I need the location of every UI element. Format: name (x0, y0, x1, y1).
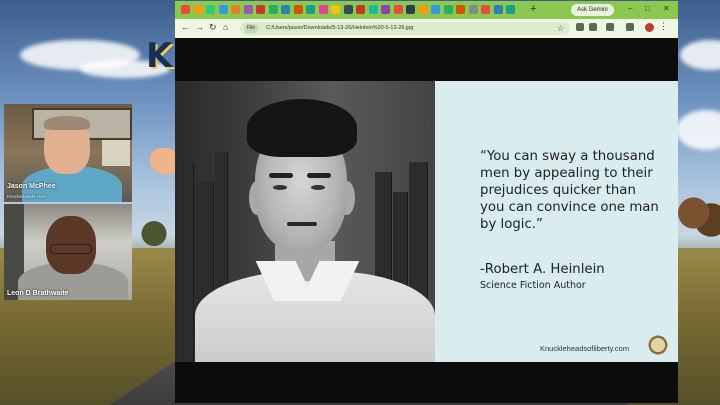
quote-author: -Robert A. Heinlein (480, 262, 605, 277)
portrait-hair (247, 99, 357, 157)
browser-toolbar: ← → ↻ ⌂ File C:/Users/jason/Downloads/5-… (175, 19, 678, 38)
trees (676, 178, 720, 248)
address-bar[interactable]: File C:/Users/jason/Downloads/5-13-26/He… (240, 22, 570, 35)
participant-hair (44, 116, 90, 130)
browser-tab[interactable] (468, 5, 478, 14)
url-text[interactable]: C:/Users/jason/Downloads/5-13-26/Heinlei… (266, 22, 413, 35)
portrait-brow (307, 173, 331, 178)
image-viewport: “You can sway a thousand men by appealin… (175, 38, 678, 403)
more-vertical-icon[interactable]: ⋮ (659, 21, 668, 32)
participant-tile[interactable]: Jason McPhee Knuckleheads Host (4, 104, 132, 202)
browser-tab[interactable] (193, 5, 203, 14)
file-chip: File (244, 24, 259, 33)
sidepanel-icon[interactable] (626, 23, 634, 31)
browser-tab[interactable] (493, 5, 503, 14)
plus-icon[interactable]: + (530, 3, 536, 15)
browser-tab[interactable] (506, 5, 515, 14)
site-logo (647, 334, 669, 356)
tab-strip: + Ask Gemini – □ ✕ (175, 1, 678, 19)
browser-tab[interactable] (381, 5, 390, 14)
wall-certificate (102, 140, 130, 166)
portrait-mustache (287, 222, 317, 226)
browser-tab[interactable] (218, 5, 228, 14)
browser-tab[interactable] (406, 5, 415, 14)
trees (132, 212, 176, 248)
puzzle-icon[interactable] (606, 23, 614, 31)
portrait-brow (269, 173, 293, 178)
browser-tab[interactable] (443, 5, 453, 14)
browser-tab[interactable] (243, 5, 253, 14)
browser-tab[interactable] (256, 5, 265, 14)
browser-window: + Ask Gemini – □ ✕ ← → ↻ ⌂ File C:/Users… (175, 1, 678, 403)
participant-name: Jason McPhee (7, 183, 56, 190)
portrait-photo (175, 81, 435, 362)
reload-icon[interactable]: ↻ (209, 22, 217, 33)
browser-tab[interactable] (431, 5, 440, 14)
browser-tab[interactable] (318, 5, 328, 14)
browser-tab[interactable] (368, 5, 378, 14)
browser-tab[interactable] (393, 5, 403, 14)
browser-tab[interactable] (268, 5, 278, 14)
browser-tab[interactable] (456, 5, 465, 14)
close-icon[interactable]: ✕ (663, 4, 670, 13)
arrow-left-icon[interactable]: ← (181, 22, 190, 32)
arrow-right-icon[interactable]: → (195, 22, 204, 32)
browser-tab[interactable] (306, 5, 315, 14)
ask-gemini-button[interactable]: Ask Gemini (571, 4, 614, 16)
website-label: Knuckleheadsofliberty.com (540, 344, 630, 353)
quote-slide-image: “You can sway a thousand men by appealin… (175, 81, 678, 362)
bookshelf-book (179, 162, 194, 362)
browser-tab[interactable] (343, 5, 353, 14)
background-logo: K (146, 36, 173, 76)
browser-tab[interactable] (206, 5, 215, 14)
browser-tab[interactable] (356, 5, 365, 14)
author-title: Science Fiction Author (480, 280, 586, 291)
minimize-icon[interactable]: – (628, 4, 632, 13)
participant-name: Leon D Brathwaite (7, 290, 69, 297)
extension-icon[interactable] (589, 23, 597, 31)
participant-subtitle: Knuckleheads Host (7, 194, 46, 199)
browser-tab[interactable] (418, 5, 428, 14)
home-icon[interactable]: ⌂ (223, 22, 228, 32)
extension-icon[interactable] (576, 23, 584, 31)
portrait-eye (273, 185, 287, 190)
maximize-icon[interactable]: □ (645, 4, 650, 13)
glasses (50, 244, 92, 254)
quote-text: “You can sway a thousand men by appealin… (480, 149, 659, 232)
profile-avatar[interactable] (645, 23, 654, 32)
portrait-eye (311, 185, 325, 190)
browser-tab[interactable] (481, 5, 490, 14)
browser-tab[interactable] (181, 5, 190, 14)
browser-tab[interactable] (281, 5, 290, 14)
participant-tile[interactable]: Leon D Brathwaite (4, 204, 132, 300)
star-icon[interactable]: ☆ (557, 22, 564, 35)
browser-tab[interactable] (331, 5, 340, 14)
browser-tab[interactable] (231, 5, 240, 14)
browser-tab[interactable] (293, 5, 303, 14)
